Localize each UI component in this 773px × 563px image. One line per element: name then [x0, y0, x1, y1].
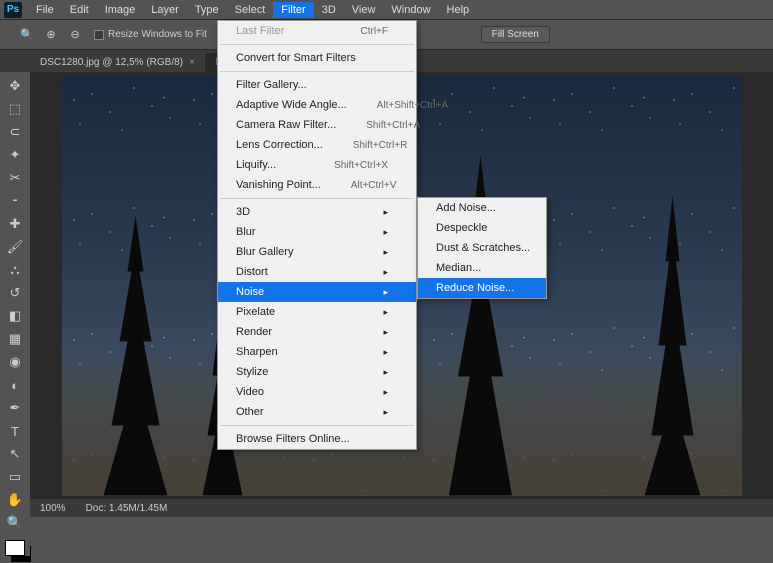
zoom-tool-icon[interactable]: 🔍	[18, 26, 36, 44]
fill-screen-button[interactable]: Fill Screen	[481, 26, 550, 43]
noise-submenu: Add Noise...DespeckleDust & Scratches...…	[417, 197, 547, 299]
color-swatch[interactable]	[5, 540, 25, 556]
chevron-right-icon: ▸	[383, 267, 388, 278]
eyedropper-tool-icon[interactable]: ⁃	[4, 191, 26, 211]
chevron-right-icon: ▸	[383, 227, 388, 238]
menu-help[interactable]: Help	[439, 2, 478, 18]
menu-item[interactable]: Adaptive Wide Angle...Alt+Shift+Ctrl+A	[218, 95, 416, 115]
chevron-right-icon: ▸	[383, 327, 388, 338]
type-tool-icon[interactable]: T	[4, 421, 26, 441]
menu-select[interactable]: Select	[227, 2, 274, 18]
menu-item[interactable]: Other▸	[218, 402, 416, 422]
menu-item[interactable]: Camera Raw Filter...Shift+Ctrl+A	[218, 115, 416, 135]
menu-item[interactable]: Dust & Scratches...	[418, 238, 546, 258]
zoom-tool-icon[interactable]: 🔍	[4, 513, 26, 533]
menu-edit[interactable]: Edit	[62, 2, 97, 18]
menu-window[interactable]: Window	[383, 2, 438, 18]
gradient-tool-icon[interactable]: ▦	[4, 329, 26, 349]
menubar: Ps FileEditImageLayerTypeSelectFilter3DV…	[0, 0, 773, 20]
menu-layer[interactable]: Layer	[143, 2, 187, 18]
menu-3d[interactable]: 3D	[314, 2, 344, 18]
dodge-tool-icon[interactable]: ◐	[4, 375, 26, 395]
chevron-right-icon: ▸	[383, 407, 388, 418]
status-bar: 100% Doc: 1.45M/1.45M	[30, 499, 773, 517]
resize-windows-checkbox[interactable]: Resize Windows to Fit	[94, 29, 207, 40]
menu-filter[interactable]: Filter	[273, 2, 313, 18]
menu-item[interactable]: Noise▸	[218, 282, 416, 302]
menu-item[interactable]: Filter Gallery...	[218, 75, 416, 95]
menu-item[interactable]: Browse Filters Online...	[218, 429, 416, 449]
chevron-right-icon: ▸	[383, 247, 388, 258]
menu-item: Last FilterCtrl+F	[218, 21, 416, 41]
chevron-right-icon: ▸	[383, 287, 388, 298]
menu-item[interactable]: Vanishing Point...Alt+Ctrl+V	[218, 175, 416, 195]
zoom-in-icon[interactable]: ⊕	[42, 26, 60, 44]
hand-tool-icon[interactable]: ✋	[4, 490, 26, 510]
menu-item[interactable]: Distort▸	[218, 262, 416, 282]
chevron-right-icon: ▸	[383, 367, 388, 378]
menu-image[interactable]: Image	[97, 2, 144, 18]
menu-item[interactable]: Liquify...Shift+Ctrl+X	[218, 155, 416, 175]
shape-tool-icon[interactable]: ▭	[4, 467, 26, 487]
menu-item[interactable]: Stylize▸	[218, 362, 416, 382]
chevron-right-icon: ▸	[383, 347, 388, 358]
menu-item[interactable]: Pixelate▸	[218, 302, 416, 322]
history-brush-icon[interactable]: ↺	[4, 283, 26, 303]
brush-tool-icon[interactable]: 🖌	[4, 237, 26, 257]
chevron-right-icon: ▸	[383, 307, 388, 318]
menu-item[interactable]: Blur Gallery▸	[218, 242, 416, 262]
app-logo: Ps	[4, 2, 22, 18]
move-tool-icon[interactable]: ✥	[4, 76, 26, 96]
chevron-right-icon: ▸	[383, 387, 388, 398]
menu-item[interactable]: Convert for Smart Filters	[218, 48, 416, 68]
wand-tool-icon[interactable]: ✦	[4, 145, 26, 165]
filter-menu: Last FilterCtrl+F Convert for Smart Filte…	[217, 20, 417, 450]
menu-file[interactable]: File	[28, 2, 62, 18]
menu-item[interactable]: Blur▸	[218, 222, 416, 242]
menu-type[interactable]: Type	[187, 2, 227, 18]
menu-item[interactable]: Sharpen▸	[218, 342, 416, 362]
pen-tool-icon[interactable]: ✒	[4, 398, 26, 418]
menu-item[interactable]: Despeckle	[418, 218, 546, 238]
chevron-right-icon: ▸	[383, 207, 388, 218]
menu-item[interactable]: 3D▸	[218, 202, 416, 222]
close-icon[interactable]: ×	[189, 57, 195, 68]
zoom-out-icon[interactable]: ⊖	[66, 26, 84, 44]
zoom-level[interactable]: 100%	[40, 503, 66, 514]
menu-item[interactable]: Video▸	[218, 382, 416, 402]
marquee-tool-icon[interactable]: ⬚	[4, 99, 26, 119]
crop-tool-icon[interactable]: ✂	[4, 168, 26, 188]
menu-item[interactable]: Add Noise...	[418, 198, 546, 218]
menu-item[interactable]: Render▸	[218, 322, 416, 342]
toolbox: ✥ ⬚ ⊂ ✦ ✂ ⁃ ✚ 🖌 ⛬ ↺ ◧ ▦ ◉ ◐ ✒ T ↖ ▭ ✋ 🔍	[0, 72, 30, 556]
menu-item[interactable]: Reduce Noise...	[418, 278, 546, 298]
heal-tool-icon[interactable]: ✚	[4, 214, 26, 234]
menu-view[interactable]: View	[344, 2, 384, 18]
lasso-tool-icon[interactable]: ⊂	[4, 122, 26, 142]
menu-item[interactable]: Median...	[418, 258, 546, 278]
menu-item[interactable]: Lens Correction...Shift+Ctrl+R	[218, 135, 416, 155]
path-tool-icon[interactable]: ↖	[4, 444, 26, 464]
blur-tool-icon[interactable]: ◉	[4, 352, 26, 372]
document-tab[interactable]: DSC1280.jpg @ 12,5% (RGB/8)×	[30, 53, 206, 72]
doc-size: Doc: 1.45M/1.45M	[86, 503, 168, 514]
stamp-tool-icon[interactable]: ⛬	[4, 260, 26, 280]
eraser-tool-icon[interactable]: ◧	[4, 306, 26, 326]
